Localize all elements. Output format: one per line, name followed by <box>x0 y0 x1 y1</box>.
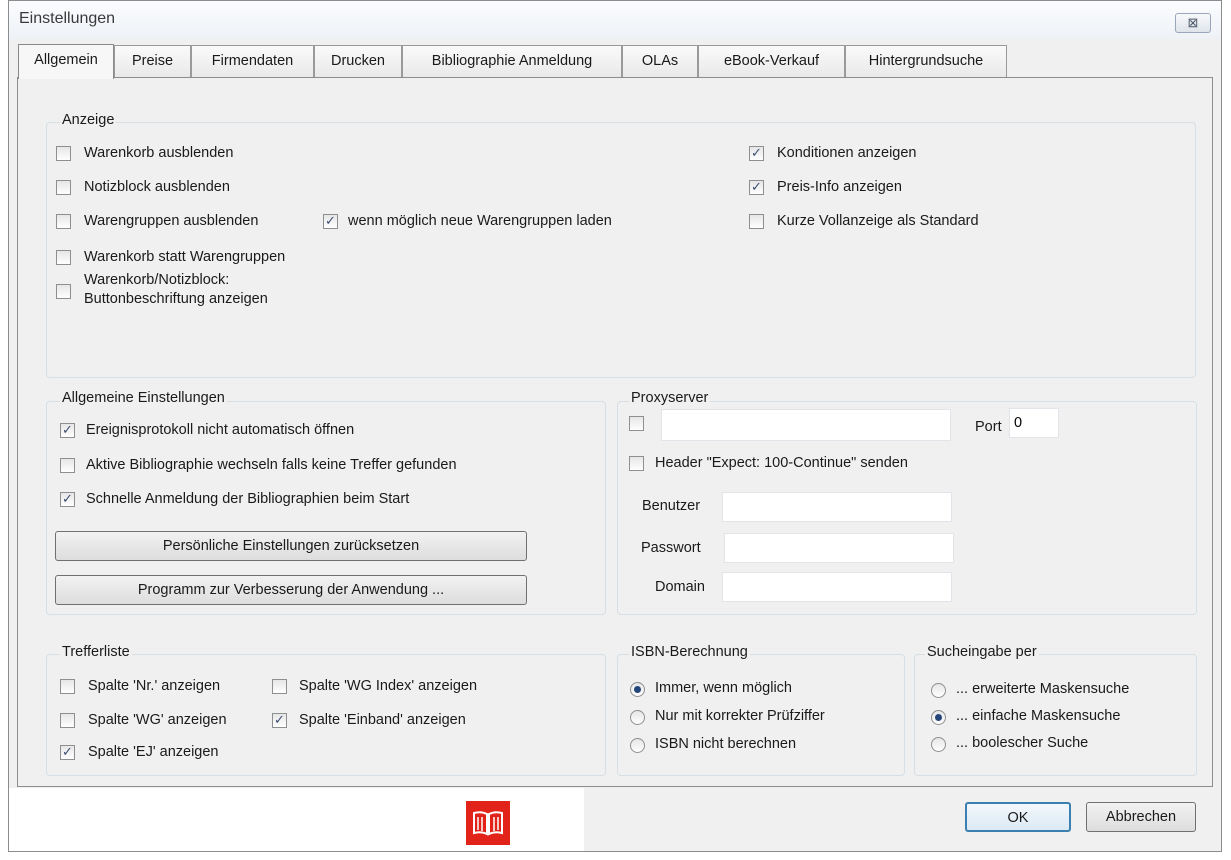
anzeige-legend: Anzeige <box>60 112 117 128</box>
proxyserver-legend: Proxyserver <box>629 390 711 406</box>
allgemeine-einstellungen-legend: Allgemeine Einstellungen <box>60 390 227 406</box>
warenkorb-ausblenden-label: Warenkorb ausblenden <box>84 145 234 161</box>
warenkorb-statt-warengruppen-label: Warenkorb statt Warengruppen <box>84 249 286 265</box>
preis-info-label: Preis-Info anzeigen <box>777 179 902 195</box>
title-bar: Einstellungen ⊠ <box>9 1 1221 39</box>
tab-allgemein[interactable]: Allgemein <box>18 44 114 79</box>
tab-hintergrundsuche[interactable]: Hintergrundsuche <box>845 45 1007 77</box>
domain-input[interactable] <box>722 572 952 602</box>
isbn-nicht-label: ISBN nicht berechnen <box>655 736 797 752</box>
suche-erweitert-radio[interactable] <box>931 683 946 698</box>
spalte-nr-label: Spalte 'Nr.' anzeigen <box>88 678 221 694</box>
buttonbeschriftung-checkbox[interactable] <box>56 284 71 299</box>
reset-settings-button[interactable]: Persönliche Einstellungen zurücksetzen <box>55 531 527 561</box>
spalte-einband-label: Spalte 'Einband' anzeigen <box>299 712 466 728</box>
isbn-nicht-radio[interactable] <box>630 738 645 753</box>
ok-button[interactable]: OK <box>965 802 1071 832</box>
close-button[interactable]: ⊠ <box>1175 13 1211 33</box>
neue-warengruppen-label: wenn möglich neue Warengruppen laden <box>348 213 612 229</box>
tab-firmendaten[interactable]: Firmendaten <box>191 45 314 77</box>
suche-boolesch-radio[interactable] <box>931 737 946 752</box>
warengruppen-ausblenden-label: Warengruppen ausblenden <box>84 213 259 229</box>
tab-drucken[interactable]: Drucken <box>314 45 402 77</box>
isbn-nur-korrekt-radio[interactable] <box>630 710 645 725</box>
schnelle-anmeldung-checkbox[interactable]: ✓ <box>60 492 75 507</box>
book-icon <box>466 801 510 845</box>
tab-ebook-verkauf[interactable]: eBook-Verkauf <box>698 45 845 77</box>
isbn-berechnung-legend: ISBN-Berechnung <box>629 644 750 660</box>
benutzer-input[interactable] <box>722 492 952 522</box>
spalte-ej-label: Spalte 'EJ' anzeigen <box>88 744 219 760</box>
preis-info-checkbox[interactable]: ✓ <box>749 180 764 195</box>
benutzer-label: Benutzer <box>642 498 701 514</box>
neue-warengruppen-checkbox[interactable]: ✓ <box>323 214 338 229</box>
spalte-wg-label: Spalte 'WG' anzeigen <box>88 712 227 728</box>
aktive-bibliographie-checkbox[interactable] <box>60 458 75 473</box>
isbn-nur-korrekt-label: Nur mit korrekter Prüfziffer <box>655 708 825 724</box>
spalte-einband-checkbox[interactable]: ✓ <box>272 713 287 728</box>
ereignisprotokoll-label: Ereignisprotokoll nicht automatisch öffn… <box>86 422 355 438</box>
suche-einfach-label: ... einfache Maskensuche <box>956 708 1121 724</box>
isbn-immer-radio[interactable] <box>630 682 645 697</box>
tab-bibliographie-anmeldung[interactable]: Bibliographie Anmeldung <box>402 45 622 77</box>
proxy-server-input[interactable] <box>661 409 951 441</box>
konditionen-checkbox[interactable]: ✓ <box>749 146 764 161</box>
notizblock-ausblenden-checkbox[interactable] <box>56 180 71 195</box>
trefferliste-legend: Trefferliste <box>60 644 132 660</box>
schnelle-anmeldung-label: Schnelle Anmeldung der Bibliographien be… <box>86 491 410 507</box>
window-title: Einstellungen <box>19 10 116 27</box>
isbn-immer-label: Immer, wenn möglich <box>655 680 792 696</box>
notizblock-ausblenden-label: Notizblock ausblenden <box>84 179 230 195</box>
domain-label: Domain <box>655 579 705 595</box>
spalte-ej-checkbox[interactable]: ✓ <box>60 745 75 760</box>
konditionen-label: Konditionen anzeigen <box>777 145 917 161</box>
header-expect-checkbox[interactable] <box>629 456 644 471</box>
tab-preise[interactable]: Preise <box>114 45 191 77</box>
abbrechen-button[interactable]: Abbrechen <box>1086 802 1196 832</box>
settings-dialog: Einstellungen ⊠ Allgemein Preise Firmend… <box>8 0 1222 852</box>
buttonbeschriftung-label-line1: Warenkorb/Notizblock: <box>84 272 230 288</box>
spalte-wg-checkbox[interactable] <box>60 713 75 728</box>
passwort-label: Passwort <box>641 540 701 556</box>
warenkorb-statt-warengruppen-checkbox[interactable] <box>56 250 71 265</box>
spalte-nr-checkbox[interactable] <box>60 679 75 694</box>
header-expect-label: Header "Expect: 100-Continue" senden <box>655 455 908 471</box>
proxy-enable-checkbox[interactable] <box>629 416 644 431</box>
port-label: Port <box>975 419 1002 435</box>
tab-olas[interactable]: OLAs <box>622 45 698 77</box>
sucheingabe-legend: Sucheingabe per <box>925 644 1039 660</box>
improvement-program-button[interactable]: Programm zur Verbesserung der Anwendung … <box>55 575 527 605</box>
kurze-vollanzeige-label: Kurze Vollanzeige als Standard <box>777 213 979 229</box>
spalte-wg-index-checkbox[interactable] <box>272 679 287 694</box>
warengruppen-ausblenden-checkbox[interactable] <box>56 214 71 229</box>
kurze-vollanzeige-checkbox[interactable] <box>749 214 764 229</box>
passwort-input[interactable] <box>724 533 954 563</box>
ereignisprotokoll-checkbox[interactable]: ✓ <box>60 423 75 438</box>
spalte-wg-index-label: Spalte 'WG Index' anzeigen <box>299 678 478 694</box>
aktive-bibliographie-label: Aktive Bibliographie wechseln falls kein… <box>86 457 457 473</box>
suche-erweitert-label: ... erweiterte Maskensuche <box>956 681 1130 697</box>
tab-panel-allgemein: Anzeige Warenkorb ausblenden Notizblock … <box>17 77 1213 787</box>
buttonbeschriftung-label-line2: Buttonbeschriftung anzeigen <box>84 291 268 307</box>
warenkorb-ausblenden-checkbox[interactable] <box>56 146 71 161</box>
suche-einfach-radio[interactable] <box>931 710 946 725</box>
port-input[interactable] <box>1009 408 1059 438</box>
suche-boolesch-label: ... boolescher Suche <box>956 735 1089 751</box>
